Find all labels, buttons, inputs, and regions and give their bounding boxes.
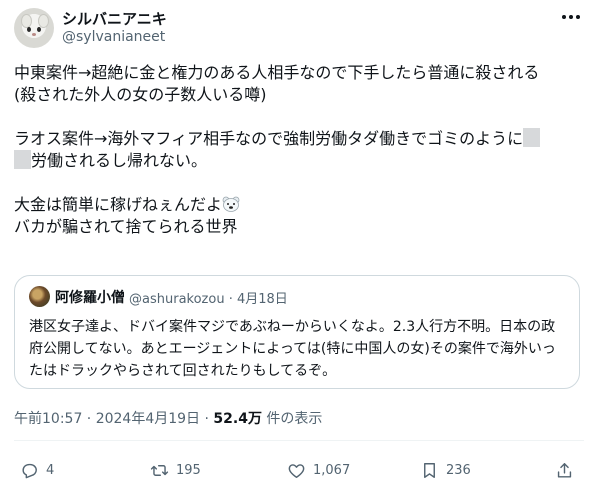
bookmark-count: 236 (446, 462, 471, 478)
divider (14, 440, 584, 441)
tweet-line: 中東案件→超絶に金と権力のある人相手なので下手したら普通に殺される (14, 63, 540, 82)
like-button[interactable]: 1,067 (287, 460, 350, 480)
tweet-line: ラオス案件→海外マフィア相手なので強制労働タダ働きでゴミのように (14, 129, 524, 148)
quoted-author-meta: @ashurakozou · 4月18日 (129, 292, 288, 307)
tweet-line: バカが騙されて捨てられる世界 (14, 217, 238, 236)
bookmark-button[interactable]: 236 (420, 460, 471, 480)
tweet-meta: 午前10:57 · 2024年4月19日 · 52.4万 件の表示 (14, 408, 322, 428)
avatar-nose (32, 33, 36, 36)
tweet-line: (殺された外人の女の子数人いる噂) (14, 85, 267, 104)
tweet-text: 中東案件→超絶に金と権力のある人相手なので下手したら普通に殺される (殺された外… (14, 62, 584, 238)
bookmark-icon (424, 462, 435, 478)
reply-button[interactable]: 4 (20, 460, 54, 480)
avatar-ear-left (21, 14, 32, 28)
tweet-line: 大金は簡単に稼げねぇんだよ (14, 195, 223, 214)
polar-bear-emoji-icon (222, 196, 240, 212)
repost-button[interactable]: 195 (150, 460, 201, 480)
quoted-tweet-text: 港区女子達よ、ドバイ案件マジであぶねーからいくなよ。2.3人行方不明。日本の政府… (29, 319, 556, 379)
more-options-icon[interactable] (560, 10, 582, 24)
heart-icon (288, 463, 305, 478)
quoted-author-avatar (29, 286, 50, 307)
quoted-author-name: 阿修羅小僧 (55, 290, 125, 306)
quoted-tweet[interactable]: 阿修羅小僧 @ashurakozou · 4月18日 港区女子達よ、ドバイ案件マ… (14, 275, 580, 389)
like-count: 1,067 (313, 462, 351, 478)
avatar-eye-left (27, 27, 31, 32)
repost-count: 195 (176, 462, 201, 478)
share-button[interactable] (555, 460, 581, 480)
reply-icon (22, 463, 37, 478)
avatar-eye-right (37, 27, 41, 32)
views-count: 52.4万 (213, 411, 262, 427)
author-display-name[interactable]: シルバニアニキ (62, 8, 167, 29)
author-avatar[interactable] (14, 8, 54, 48)
censored-blur (523, 128, 541, 147)
censored-blur (14, 150, 31, 169)
reply-count: 4 (46, 462, 55, 478)
tweet-line: 労働されるし帰れない。 (31, 151, 208, 170)
repost-icon (150, 464, 169, 476)
avatar-ear-right (38, 14, 49, 28)
share-icon (557, 462, 572, 478)
views-label: 件の表示 (261, 411, 323, 427)
tweet-time[interactable]: 午前10:57 · 2024年4月19日 · (14, 411, 213, 427)
author-handle[interactable]: @sylvanianeet (62, 29, 165, 45)
